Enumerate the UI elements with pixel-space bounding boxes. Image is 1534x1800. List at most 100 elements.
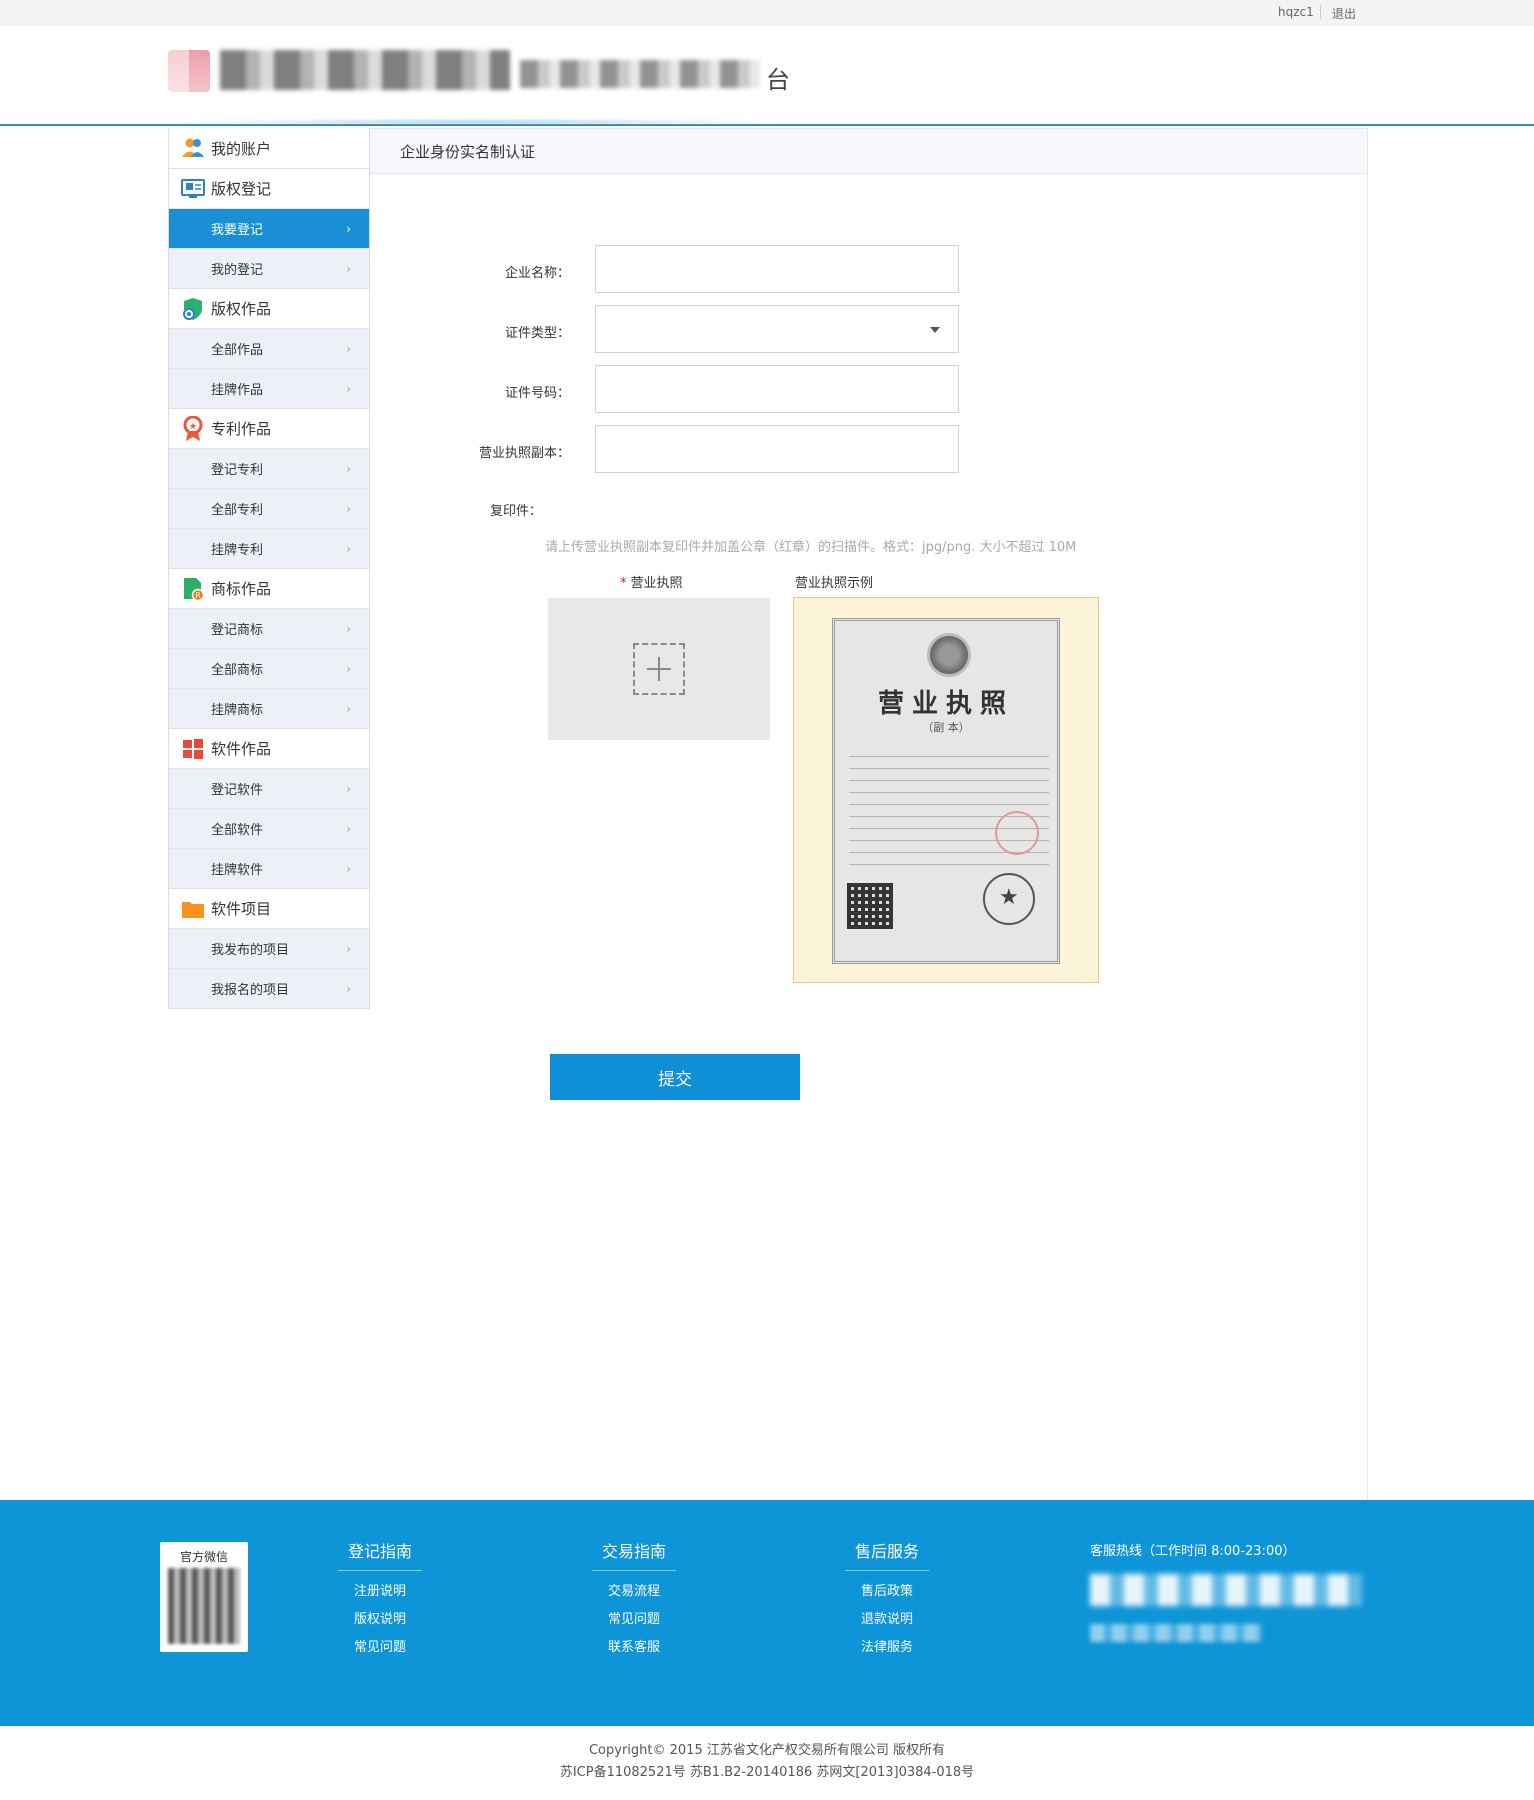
submit-button[interactable]: 提交 (550, 1054, 800, 1100)
username-link[interactable]: hqzc1 (1278, 5, 1314, 19)
copyright-shield-icon (181, 297, 205, 321)
license-copy-input[interactable] (595, 425, 959, 473)
caret-down-icon (930, 327, 940, 333)
sidebar-item-label: 登记商标 (211, 623, 264, 638)
hotline-extra-redacted (1090, 1624, 1262, 1642)
upload-hint: 请上传营业执照副本复印件并加盖公章（红章）的扫描件。格式：jpg/png. 大小… (545, 540, 1077, 555)
sidebar-group-label: 软件作品 (211, 740, 272, 758)
register-screen-icon (181, 177, 205, 201)
chevron-right-icon: › (346, 661, 351, 676)
wechat-qr-code-icon (168, 1568, 240, 1644)
footer-link[interactable]: 常见问题 (338, 1636, 422, 1655)
cert-type-select[interactable] (595, 305, 959, 353)
sidebar-item-all-trademarks[interactable]: 全部商标 › (169, 648, 369, 688)
sidebar-item-register-new[interactable]: 我要登记 › (169, 208, 369, 248)
sidebar-item-listed-trademarks[interactable]: 挂牌商标 › (169, 688, 369, 728)
sidebar-item-label: 挂牌软件 (211, 863, 264, 878)
svg-text:★: ★ (189, 422, 197, 432)
sidebar-group-patent-works[interactable]: ★ 专利作品 (169, 408, 369, 448)
sidebar-item-listed-software[interactable]: 挂牌软件 › (169, 848, 369, 888)
chevron-right-icon: › (346, 701, 351, 716)
page-title: 企业身份实名制认证 (400, 142, 536, 161)
sidebar-group-copyright-works[interactable]: 版权作品 (169, 288, 369, 328)
sidebar-item-register-patent[interactable]: 登记专利 › (169, 448, 369, 488)
footer-link[interactable]: 常见问题 (592, 1608, 676, 1627)
copy-label: 复印件： (489, 504, 542, 519)
hotline-number-redacted (1090, 1574, 1362, 1606)
sidebar-group-label: 软件项目 (211, 900, 272, 918)
sidebar-item-all-works[interactable]: 全部作品 › (169, 328, 369, 368)
upload-label-text: 营业执照 (630, 576, 683, 591)
qr-code-icon (847, 883, 893, 929)
site-header: 台 (0, 26, 1534, 126)
sidebar-group-label: 专利作品 (211, 420, 272, 438)
sidebar-item-listed-works[interactable]: 挂牌作品 › (169, 368, 369, 408)
license-copy-label: 营业执照副本： (478, 446, 570, 461)
footer-link[interactable]: 售后政策 (845, 1580, 929, 1599)
chevron-right-icon: › (346, 541, 351, 556)
sidebar-item-my-registrations[interactable]: 我的登记 › (169, 248, 369, 288)
footer-col-title: 交易指南 (592, 1538, 676, 1571)
software-windows-icon (181, 737, 205, 761)
sidebar-item-register-software[interactable]: 登记软件 › (169, 768, 369, 808)
sidebar-group-software-projects[interactable]: 软件项目 (169, 888, 369, 928)
trademark-doc-icon: R (181, 577, 205, 601)
company-name-label: 企业名称： (504, 266, 570, 281)
footer-col-title: 登记指南 (338, 1538, 422, 1571)
sidebar-group-account[interactable]: 我的账户 (169, 128, 369, 168)
sidebar-item-label: 全部软件 (211, 823, 264, 838)
chevron-right-icon: › (346, 621, 351, 636)
sidebar-item-label: 挂牌商标 (211, 703, 264, 718)
national-emblem-icon (927, 633, 971, 677)
sidebar-item-label: 我的登记 (211, 263, 264, 278)
cert-number-input[interactable] (595, 365, 959, 413)
footer-col-title: 售后服务 (845, 1538, 929, 1571)
top-bar: hqzc1 退出 (0, 0, 1534, 26)
footer-link[interactable]: 法律服务 (845, 1636, 929, 1655)
sidebar-group-copyright-register[interactable]: 版权登记 (169, 168, 369, 208)
chevron-right-icon: › (346, 861, 351, 876)
sidebar-group-software-works[interactable]: 软件作品 (169, 728, 369, 768)
sidebar-item-all-patents[interactable]: 全部专利 › (169, 488, 369, 528)
sidebar-item-label: 全部作品 (211, 343, 264, 358)
logout-link[interactable]: 退出 (1332, 5, 1356, 22)
license-example-image: 营业执照 （副 本） (793, 597, 1099, 983)
verification-panel: 企业身份实名制认证 企业名称： 证件类型： 证件号码： 营业执照副本： 复印件：… (370, 128, 1368, 1500)
cert-number-label: 证件号码： (504, 386, 570, 401)
footer-col-after-sales: 售后服务 售后政策 退款说明 法律服务 (845, 1538, 929, 1655)
footer-link[interactable]: 注册说明 (338, 1580, 422, 1599)
svg-text:R: R (195, 591, 201, 600)
company-name-input[interactable] (595, 245, 959, 293)
license-upload-area[interactable] (548, 598, 770, 740)
sidebar-item-my-applied-projects[interactable]: 我报名的项目 › (169, 968, 369, 1008)
chevron-right-icon: › (346, 781, 351, 796)
sidebar-item-label: 登记专利 (211, 463, 264, 478)
sidebar-item-label: 挂牌作品 (211, 383, 264, 398)
license-subtitle: （副 本） (922, 721, 970, 734)
header-divider (0, 124, 1534, 126)
sidebar-group-label: 我的账户 (211, 139, 272, 158)
sidebar-item-listed-patents[interactable]: 挂牌专利 › (169, 528, 369, 568)
upload-label: * 营业执照 (620, 572, 683, 591)
sidebar-group-label: 版权作品 (211, 300, 272, 318)
sidebar-group-label: 商标作品 (211, 580, 272, 598)
project-folder-icon (181, 897, 205, 921)
footer-link[interactable]: 退款说明 (845, 1608, 929, 1627)
chevron-right-icon: › (346, 461, 351, 476)
footer-link[interactable]: 版权说明 (338, 1608, 422, 1627)
sidebar-item-my-published-projects[interactable]: 我发布的项目 › (169, 928, 369, 968)
sidebar-item-register-trademark[interactable]: 登记商标 › (169, 608, 369, 648)
panel-header: 企业身份实名制认证 (370, 128, 1367, 174)
sidebar-item-label: 全部专利 (211, 503, 264, 518)
topbar-divider (1320, 5, 1321, 19)
chevron-right-icon: › (346, 981, 351, 996)
sidebar-item-all-software[interactable]: 全部软件 › (169, 808, 369, 848)
sidebar-group-trademark-works[interactable]: R 商标作品 (169, 568, 369, 608)
footer-col-register-guide: 登记指南 注册说明 版权说明 常见问题 (338, 1538, 422, 1655)
footer-link[interactable]: 交易流程 (592, 1580, 676, 1599)
site-logo-tail-text: 台 (766, 66, 790, 94)
cert-type-label: 证件类型： (504, 326, 570, 341)
wechat-qr-card: 官方微信 (160, 1542, 248, 1652)
footer-link[interactable]: 联系客服 (592, 1636, 676, 1655)
site-logo-icon[interactable] (168, 50, 210, 92)
